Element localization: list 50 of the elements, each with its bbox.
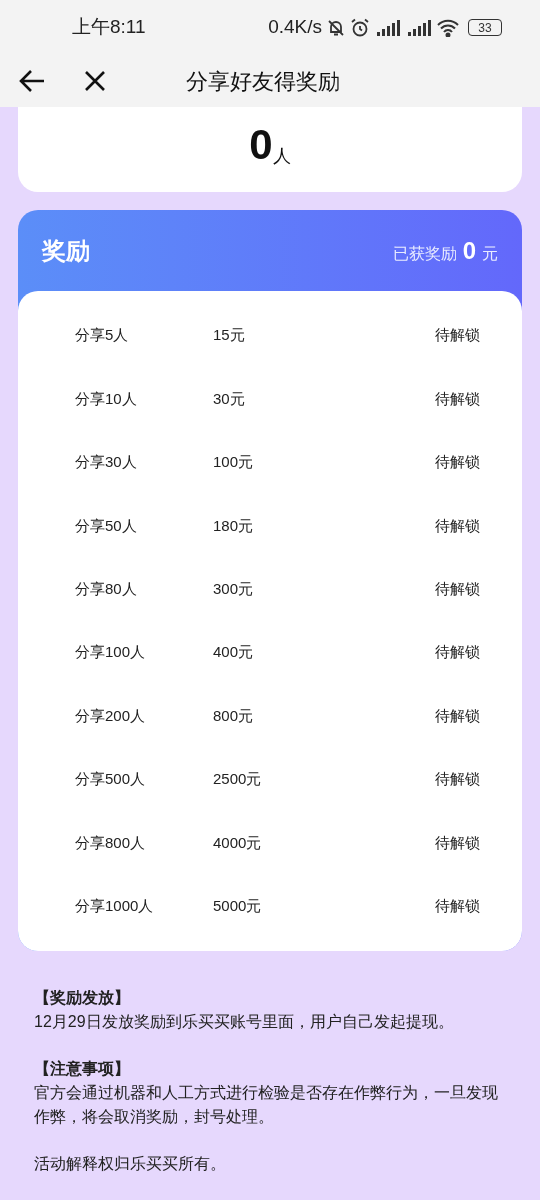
reward-amount: 30元 (213, 388, 246, 409)
reward-status: 待解锁 (435, 705, 480, 726)
signal-icon (375, 18, 401, 37)
share-target: 分享10人 (75, 388, 138, 409)
network-speed: 0.4K/s (268, 15, 322, 40)
reward-status: 待解锁 (435, 325, 480, 346)
earned-unit: 元 (482, 243, 498, 264)
note-heading: 【注意事项】 (34, 1058, 131, 1079)
note-heading: 【奖励发放】 (34, 987, 131, 1008)
earned-label: 已获奖励 (392, 243, 457, 264)
reward-amount: 4000元 (213, 832, 263, 853)
alarm-clock-icon (350, 17, 370, 38)
reward-status: 待解锁 (435, 832, 480, 853)
share-target: 分享800人 (75, 832, 147, 853)
reward-amount: 15元 (213, 325, 246, 346)
battery-icon: 33 (468, 19, 502, 36)
reward-amount: 2500元 (213, 769, 263, 790)
wifi-icon (437, 18, 459, 37)
earned-value: 0 (462, 235, 476, 266)
reward-amount: 100元 (213, 452, 255, 473)
reward-amount: 5000元 (213, 895, 263, 916)
share-count: 0 (249, 124, 273, 166)
share-count-unit: 人 (272, 147, 291, 165)
reward-status: 待解锁 (435, 388, 480, 409)
reward-status: 待解锁 (435, 769, 480, 790)
reward-status: 待解锁 (435, 579, 480, 599)
share-target: 分享80人 (75, 579, 138, 599)
reward-amount: 300元 (213, 579, 255, 599)
reward-amount: 800元 (213, 705, 255, 726)
reward-status: 待解锁 (435, 515, 480, 536)
page-title: 分享好友得奖励 (186, 67, 340, 96)
share-target: 分享30人 (75, 452, 138, 473)
note-text: 活动解释权归乐买买所有。 (34, 1153, 227, 1174)
reward-amount: 180元 (213, 515, 255, 536)
reward-status: 待解锁 (435, 452, 480, 473)
status-time: 上午8:11 (72, 15, 146, 40)
share-target: 分享50人 (75, 515, 138, 536)
reward-status: 待解锁 (435, 895, 480, 916)
share-target: 分享1000人 (75, 895, 155, 916)
reward-status: 待解锁 (435, 642, 480, 663)
note-text: 官方会通过机器和人工方式进行检验是否存在作弊行为，一旦发现作弊，将会取消奖励，封号处理。 (34, 1082, 499, 1127)
rewards-title: 奖励 (42, 235, 90, 266)
share-target: 分享100人 (75, 642, 147, 663)
note-text: 12月29日发放奖励到乐买买账号里面，用户自己发起提现。 (34, 1011, 455, 1032)
share-target: 分享200人 (75, 705, 147, 726)
muted-bell-icon (327, 18, 345, 37)
signal-icon (406, 18, 432, 37)
share-target: 分享500人 (75, 769, 147, 790)
share-target: 分享5人 (75, 325, 130, 346)
reward-amount: 400元 (213, 642, 255, 663)
